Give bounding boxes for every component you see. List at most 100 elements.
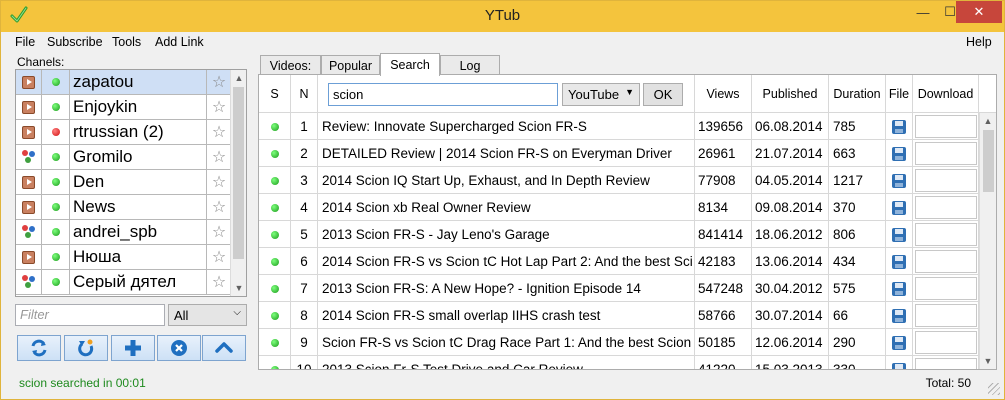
remove-channel-button[interactable]: [157, 335, 201, 361]
star-icon[interactable]: ☆: [206, 170, 231, 194]
save-file-icon[interactable]: [892, 308, 906, 323]
channel-list-scrollbar[interactable]: ▲ ▼: [230, 70, 246, 296]
save-file-icon[interactable]: [892, 335, 906, 350]
download-cell[interactable]: [913, 221, 979, 248]
scroll-down-arrow-icon[interactable]: ▼: [980, 353, 996, 369]
header-download[interactable]: Download: [913, 75, 979, 113]
save-file-icon[interactable]: [892, 173, 906, 188]
star-icon[interactable]: ☆: [206, 195, 231, 219]
filter-select[interactable]: All ⌵: [168, 304, 247, 326]
header-n[interactable]: N: [291, 75, 318, 113]
table-row[interactable]: 8 2014 Scion FR-S small overlap IIHS cras…: [259, 302, 979, 329]
filter-input[interactable]: Filter: [15, 304, 165, 326]
file-cell[interactable]: [886, 302, 913, 329]
video-title[interactable]: 2013 Scion FR-S: A New Hope? - Ignition …: [318, 275, 695, 302]
menu-subscribe[interactable]: Subscribe: [47, 35, 103, 49]
title-bar[interactable]: YTub — ☐ ✕: [1, 1, 1004, 32]
channel-row[interactable]: News ☆: [16, 195, 231, 220]
file-cell[interactable]: [886, 221, 913, 248]
video-title[interactable]: 2014 Scion xb Real Owner Review: [318, 194, 695, 221]
download-cell[interactable]: [913, 356, 979, 369]
scroll-up-arrow-icon[interactable]: ▲: [980, 113, 996, 129]
download-cell[interactable]: [913, 329, 979, 356]
table-row[interactable]: 9 Scion FR-S vs Scion tC Drag Race Part 1…: [259, 329, 979, 356]
save-file-icon[interactable]: [892, 200, 906, 215]
video-title[interactable]: 2014 Scion IQ Start Up, Exhaust, and In …: [318, 167, 695, 194]
file-cell[interactable]: [886, 113, 913, 140]
save-file-icon[interactable]: [892, 362, 906, 369]
download-cell[interactable]: [913, 140, 979, 167]
source-select[interactable]: YouTube ▼: [562, 83, 640, 106]
file-cell[interactable]: [886, 329, 913, 356]
file-cell[interactable]: [886, 356, 913, 369]
header-views[interactable]: Views: [695, 75, 752, 113]
star-icon[interactable]: ☆: [206, 145, 231, 169]
header-published[interactable]: Published: [752, 75, 829, 113]
tab-videos[interactable]: Videos:: [260, 55, 321, 75]
save-file-icon[interactable]: [892, 254, 906, 269]
file-cell[interactable]: [886, 248, 913, 275]
header-file[interactable]: File: [886, 75, 913, 113]
download-cell[interactable]: [913, 194, 979, 221]
minimize-button[interactable]: —: [910, 1, 936, 23]
file-cell[interactable]: [886, 140, 913, 167]
video-title[interactable]: DETAILED Review | 2014 Scion FR-S on Eve…: [318, 140, 695, 167]
channel-row[interactable]: rtrussian (2) ☆: [16, 120, 231, 145]
download-cell[interactable]: [913, 248, 979, 275]
ok-button[interactable]: OK: [643, 83, 683, 106]
channel-row[interactable]: Нюша ☆: [16, 245, 231, 270]
star-icon[interactable]: ☆: [206, 270, 231, 294]
star-icon[interactable]: ☆: [206, 220, 231, 244]
menu-tools[interactable]: Tools: [112, 35, 141, 49]
table-row[interactable]: 4 2014 Scion xb Real Owner Review 8134 09.0…: [259, 194, 979, 221]
search-input[interactable]: scion: [328, 83, 558, 106]
save-file-icon[interactable]: [892, 119, 906, 134]
channel-row[interactable]: Gromilo ☆: [16, 145, 231, 170]
resize-grip-icon[interactable]: [988, 383, 1000, 395]
tab-popular[interactable]: Popular: [321, 55, 380, 75]
file-cell[interactable]: [886, 275, 913, 302]
table-row[interactable]: 10 2013 Scion Fr-S Test Drive and Car Rev…: [259, 356, 979, 369]
table-row[interactable]: 2 DETAILED Review | 2014 Scion FR-S on Ev…: [259, 140, 979, 167]
tab-search[interactable]: Search: [380, 53, 440, 76]
file-cell[interactable]: [886, 167, 913, 194]
download-cell[interactable]: [913, 275, 979, 302]
channel-row[interactable]: Серый дятел ☆: [16, 270, 231, 295]
channel-row[interactable]: Enjoykin ☆: [16, 95, 231, 120]
save-file-icon[interactable]: [892, 227, 906, 242]
refresh-button[interactable]: [64, 335, 108, 361]
table-row[interactable]: 6 2014 Scion FR-S vs Scion tC Hot Lap Par…: [259, 248, 979, 275]
close-button[interactable]: ✕: [956, 1, 1002, 23]
table-row[interactable]: 1 Review: Innovate Supercharged Scion FR-…: [259, 113, 979, 140]
video-title[interactable]: Review: Innovate Supercharged Scion FR-S: [318, 113, 695, 140]
file-cell[interactable]: [886, 194, 913, 221]
menu-add-link[interactable]: Add Link: [155, 35, 204, 49]
add-channel-button[interactable]: [111, 335, 155, 361]
scroll-thumb[interactable]: [233, 87, 244, 259]
download-cell[interactable]: [913, 302, 979, 329]
table-row[interactable]: 3 2014 Scion IQ Start Up, Exhaust, and In…: [259, 167, 979, 194]
table-row[interactable]: 7 2013 Scion FR-S: A New Hope? - Ignition…: [259, 275, 979, 302]
menu-file[interactable]: File: [15, 35, 35, 49]
channel-row[interactable]: andrei_spb ☆: [16, 220, 231, 245]
table-row[interactable]: 5 2013 Scion FR-S - Jay Leno's Garage 8414…: [259, 221, 979, 248]
collapse-button[interactable]: [202, 335, 246, 361]
channel-list[interactable]: zapatou ☆ Enjoykin ☆ rtrussian (2) ☆ Gromilo ☆ D…: [15, 69, 247, 297]
header-s[interactable]: S: [259, 75, 291, 113]
channel-row[interactable]: zapatou ☆: [16, 70, 231, 95]
video-title[interactable]: Scion FR-S vs Scion tC Drag Race Part 1:…: [318, 329, 695, 356]
tab-log[interactable]: Log: [440, 55, 500, 75]
video-title[interactable]: 2014 Scion FR-S small overlap IIHS crash…: [318, 302, 695, 329]
results-scrollbar[interactable]: ▲ ▼: [979, 113, 996, 369]
star-icon[interactable]: ☆: [206, 70, 231, 94]
download-cell[interactable]: [913, 113, 979, 140]
video-title[interactable]: 2014 Scion FR-S vs Scion tC Hot Lap Part…: [318, 248, 695, 275]
header-duration[interactable]: Duration: [829, 75, 886, 113]
save-file-icon[interactable]: [892, 281, 906, 296]
channel-row[interactable]: Den ☆: [16, 170, 231, 195]
video-title[interactable]: 2013 Scion Fr-S Test Drive and Car Revie…: [318, 356, 695, 369]
star-icon[interactable]: ☆: [206, 120, 231, 144]
scroll-down-arrow-icon[interactable]: ▼: [231, 280, 246, 296]
scroll-thumb[interactable]: [983, 130, 994, 192]
star-icon[interactable]: ☆: [206, 245, 231, 269]
